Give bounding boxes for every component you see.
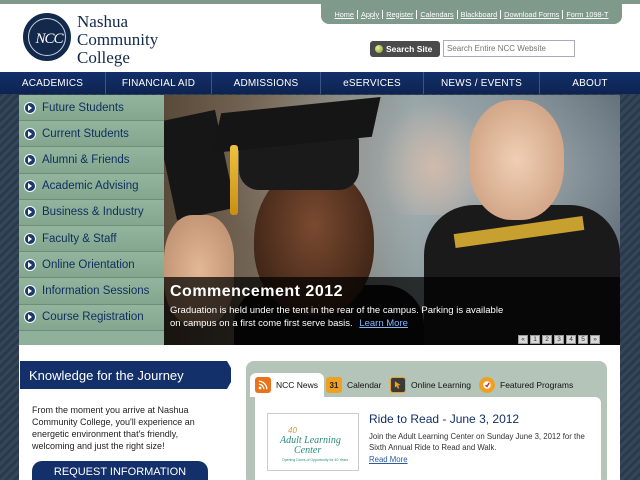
logo-text-line: Center [294, 445, 322, 456]
sidebar-item-information-sessions[interactable]: Information Sessions [19, 278, 164, 305]
nav-news-events[interactable]: NEWS / EVENTS [424, 72, 540, 94]
knowledge-section: Knowledge for the Journey From the momen… [19, 345, 235, 480]
news-title[interactable]: Ride to Read - June 3, 2012 [369, 412, 519, 426]
search-icon [375, 45, 383, 53]
college-name-line: College [77, 48, 130, 67]
nav-eservices[interactable]: eSERVICES [321, 72, 424, 94]
pager-page-button[interactable]: 3 [554, 335, 564, 344]
hero-description-text: Graduation is held under the tent in the… [170, 305, 504, 329]
pager-next-button[interactable]: » [590, 335, 600, 344]
arrow-right-icon [24, 101, 36, 114]
tab-online-learning[interactable]: Online Learning [390, 373, 471, 397]
sidebar-item-label: Alumni & Friends [42, 153, 130, 166]
news-tabs-panel: NCC News 31 Calendar Online Learning Fea… [246, 361, 607, 480]
main-nav: ACADEMICS FINANCIAL AID ADMISSIONS eSERV… [0, 72, 640, 94]
sidebar-item-label: Future Students [42, 101, 124, 114]
request-information-button[interactable]: REQUEST INFORMATION [32, 461, 208, 480]
tab-label: Featured Programs [500, 380, 574, 390]
sidebar-item-current-students[interactable]: Current Students [19, 121, 164, 148]
tab-label: Online Learning [411, 380, 472, 390]
arrow-right-icon [24, 311, 36, 324]
pager-prev-button[interactable]: « [518, 335, 528, 344]
tab-label: Calendar [347, 380, 382, 390]
search-button-label: Search Site [386, 44, 433, 54]
sidebar-item-label: Faculty & Staff [42, 232, 117, 245]
util-link-calendars[interactable]: Calendars [417, 10, 456, 19]
tab-calendar[interactable]: 31 Calendar [326, 373, 382, 397]
arrow-right-icon [24, 127, 36, 140]
logo-tagline: Opening Doors of Opportunity for 40 Year… [282, 458, 349, 462]
sidebar-item-online-orientation[interactable]: Online Orientation [19, 252, 164, 279]
college-name[interactable]: Nashua Community College [77, 13, 158, 67]
util-link-apply[interactable]: Apply [358, 10, 382, 19]
knowledge-body: From the moment you arrive at Nashua Com… [32, 405, 195, 451]
sidebar-item-label: Current Students [42, 127, 129, 140]
util-link-register[interactable]: Register [383, 10, 416, 19]
search-button[interactable]: Search Site [370, 41, 440, 57]
hero-photo-graduate-face [469, 100, 564, 220]
tab-featured-programs[interactable]: Featured Programs [479, 373, 573, 397]
arrow-right-icon [24, 206, 36, 219]
college-name-line: Community [77, 30, 159, 49]
news-read-more-link[interactable]: Read More [369, 455, 408, 464]
sidebar-item-label: Academic Advising [42, 180, 139, 193]
logo-initials: NCC [35, 30, 63, 47]
sidebar-item-course-registration[interactable]: Course Registration [19, 304, 164, 331]
nav-financial-aid[interactable]: FINANCIAL AID [106, 72, 212, 94]
arrow-right-icon [24, 153, 36, 166]
sidebar-item-label: Course Registration [42, 311, 144, 324]
arrow-right-icon [24, 258, 36, 271]
nav-admissions[interactable]: ADMISSIONS [212, 72, 321, 94]
sidebar-item-alumni-friends[interactable]: Alumni & Friends [19, 147, 164, 174]
news-text: Join the Adult Learning Center on Sunday… [369, 432, 585, 452]
arrow-right-icon [24, 232, 36, 245]
hero-description: Graduation is held under the tent in the… [170, 305, 510, 330]
news-tab-content: 40 Adult Learning Center Opening Doors o… [255, 397, 601, 480]
hero-photo-tassel [230, 145, 238, 215]
adult-learning-center-logo[interactable]: 40 Adult Learning Center Opening Doors o… [267, 413, 359, 471]
utility-links: Home Apply Register Calendars Blackboard… [321, 4, 622, 24]
cursor-icon [390, 377, 406, 393]
tab-ncc-news[interactable]: NCC News [250, 373, 325, 397]
util-link-form-1098t[interactable]: Form 1098-T [563, 10, 611, 19]
college-logo[interactable]: NCC [23, 13, 71, 61]
pager-page-button[interactable]: 4 [566, 335, 576, 344]
util-link-home[interactable]: Home [331, 10, 356, 19]
slideshow-pager: « 1 2 3 4 5 » [518, 335, 600, 344]
rss-icon [255, 377, 271, 393]
hero-title: Commencement 2012 [170, 283, 344, 300]
sidebar-item-label: Online Orientation [42, 258, 135, 271]
sidebar-item-academic-advising[interactable]: Academic Advising [19, 173, 164, 200]
sidebar-item-faculty-staff[interactable]: Faculty & Staff [19, 225, 164, 253]
logo-text: Adult Learning Center [280, 436, 341, 456]
nav-academics[interactable]: ACADEMICS [0, 72, 106, 94]
pager-page-button[interactable]: 1 [530, 335, 540, 344]
news-panel-wrapper: NCC News 31 Calendar Online Learning Fea… [231, 345, 620, 480]
sidebar-item-label: Information Sessions [42, 284, 150, 297]
tab-label: NCC News [276, 380, 319, 390]
audience-sidebar: Future Students Current Students Alumni … [19, 95, 164, 345]
calendar-icon: 31 [326, 377, 342, 393]
sidebar-item-business-industry[interactable]: Business & Industry [19, 199, 164, 226]
arrow-right-icon [24, 180, 36, 193]
arrow-right-icon [24, 284, 36, 297]
featured-icon [479, 377, 495, 393]
util-link-blackboard[interactable]: Blackboard [458, 10, 501, 19]
search-input[interactable] [443, 40, 575, 57]
sidebar-item-future-students[interactable]: Future Students [19, 95, 164, 122]
knowledge-heading: Knowledge for the Journey [20, 361, 235, 389]
pager-page-button[interactable]: 5 [578, 335, 588, 344]
logo-anniversary-number: 40 [288, 426, 297, 435]
util-link-download-forms[interactable]: Download Forms [501, 10, 562, 19]
college-name-line: Nashua [77, 12, 128, 31]
hero-learn-more-link[interactable]: Learn More [359, 318, 408, 329]
site-header: NCC Nashua Community College Home Apply … [0, 0, 640, 72]
nav-about[interactable]: ABOUT [540, 72, 640, 94]
pager-page-button[interactable]: 2 [542, 335, 552, 344]
sidebar-item-label: Business & Industry [42, 206, 144, 219]
hero-slideshow: Commencement 2012 Graduation is held und… [164, 95, 620, 345]
